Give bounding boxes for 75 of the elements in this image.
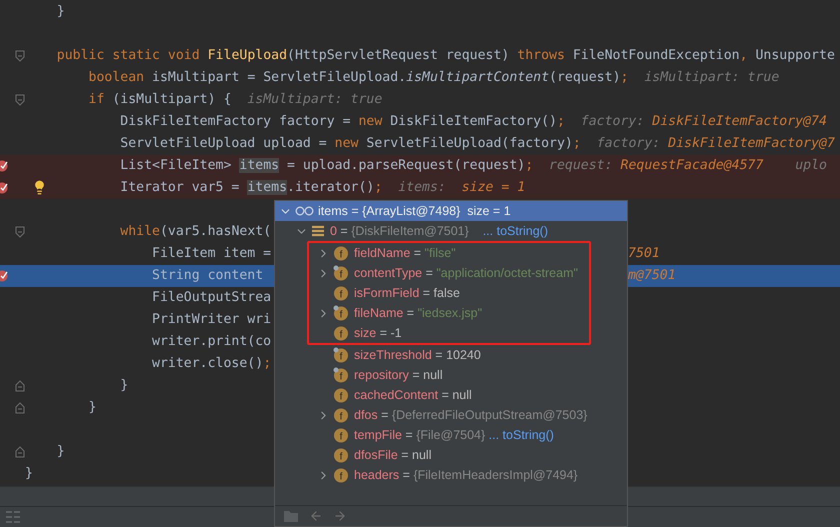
code-line: writer.print(co xyxy=(151,334,272,349)
field-value: sizeThreshold = 10240 xyxy=(354,348,481,362)
back-icon[interactable] xyxy=(309,509,323,523)
field-value: dfosFile = null xyxy=(354,448,432,462)
field-icon: f xyxy=(333,467,349,483)
code-line: } xyxy=(56,444,65,459)
tostring-link[interactable]: ... toString() xyxy=(468,224,548,238)
code-line: m@7501 xyxy=(628,267,676,285)
code-line: } xyxy=(88,400,96,415)
field-row[interactable]: f dfosFile = null xyxy=(275,445,627,465)
item-value: 0 = {DiskFileItem@7501} xyxy=(330,224,469,238)
fold-icon[interactable] xyxy=(15,226,25,238)
list-icon xyxy=(311,225,325,237)
code-line: DiskFileItemFactory factory = new DiskFileItemFactory(); factory: DiskFileItemFactory@74 xyxy=(119,113,827,131)
field-value: isFormField = false xyxy=(354,286,460,300)
field-value: fileName = "iedsex.jsp" xyxy=(354,306,482,320)
field-value: contentType = "application/octet-stream" xyxy=(354,266,578,280)
code-line: while(var5.hasNext( xyxy=(119,224,272,239)
field-value: fieldName = "filse" xyxy=(354,246,456,260)
code-line: } xyxy=(25,466,33,481)
watch-glasses-icon xyxy=(295,206,315,216)
field-row[interactable]: f cachedContent = null xyxy=(275,385,627,405)
lightbulb-icon[interactable] xyxy=(32,180,47,195)
field-row[interactable]: f fieldName = "filse" xyxy=(309,243,589,263)
fold-icon[interactable] xyxy=(15,402,25,414)
code-line: boolean isMultipart = ServletFileUpload.isMultipartContent(request); isMultipart: true xyxy=(88,69,780,87)
field-value: repository = null xyxy=(354,368,443,382)
code-line: 7501 xyxy=(628,245,660,263)
field-row[interactable]: f isFormField = false xyxy=(309,283,589,303)
list-icon[interactable] xyxy=(6,511,20,523)
tostring-link[interactable]: ... toString() xyxy=(485,428,554,442)
code-line: FileOutputStrea xyxy=(151,290,272,305)
field-icon: f xyxy=(333,325,349,341)
field-icon: f xyxy=(333,285,349,301)
field-icon: f xyxy=(333,245,349,261)
code-line: String content xyxy=(151,268,264,283)
code-line: } xyxy=(119,378,128,393)
code-line: ServletFileUpload upload = new ServletFileUpload(factory); factory: DiskFileItemFactory@7 xyxy=(119,135,835,153)
fold-icon[interactable] xyxy=(15,94,25,106)
field-row[interactable]: f tempFile = {File@7504} ... toString() xyxy=(275,425,627,445)
code-line: PrintWriter wri xyxy=(151,312,272,327)
forward-icon[interactable] xyxy=(333,509,347,523)
field-row[interactable]: f sizeThreshold = 10240 xyxy=(275,345,627,365)
field-row[interactable]: f headers = {FileItemHeadersImpl@7494} xyxy=(275,465,627,485)
field-icon: f xyxy=(333,387,349,403)
field-value: size = -1 xyxy=(354,326,402,340)
field-value: dfos = {DeferredFileOutputStream@7503} xyxy=(354,408,588,422)
field-icon: f xyxy=(333,427,349,443)
field-icon: f xyxy=(333,447,349,463)
code-line: Iterator var5 = items.iterator(); items: size = 1 xyxy=(119,179,526,197)
code-line: public static void FileUpload(HttpServletRequest request) throws FileNotFoundException, Unsupporte xyxy=(56,47,835,65)
variable-label: items = {ArrayList@7498} size = 1 xyxy=(318,204,511,218)
field-icon: f xyxy=(333,367,349,383)
code-line: FileItem item = xyxy=(151,246,272,261)
field-row[interactable]: f dfos = {DeferredFileOutputStream@7503} xyxy=(275,405,627,425)
code-line: } xyxy=(56,3,65,21)
field-icon: f xyxy=(333,407,349,423)
field-row[interactable]: f size = -1 xyxy=(309,323,589,343)
fold-icon[interactable] xyxy=(15,380,25,392)
field-icon: f xyxy=(333,265,349,281)
field-value: tempFile = {File@7504} xyxy=(354,428,486,442)
fold-icon[interactable] xyxy=(15,50,25,62)
tree-root-row[interactable]: items = {ArrayList@7498} size = 1 xyxy=(275,201,627,221)
fold-icon[interactable] xyxy=(15,446,25,458)
field-value: cachedContent = null xyxy=(354,388,472,402)
field-value: headers = {FileItemHeadersImpl@7494} xyxy=(354,468,578,482)
code-line: List<FileItem> items = upload.parseRequest(request); request: RequestFacade@4577 uplo xyxy=(119,157,827,175)
field-row[interactable]: f repository = null xyxy=(275,365,627,385)
code-line: if (isMultipart) { isMultipart: true xyxy=(88,91,382,109)
field-icon: f xyxy=(333,347,349,363)
field-row[interactable]: f fileName = "iedsex.jsp" xyxy=(309,303,589,323)
tree-item-row[interactable]: 0 = {DiskFileItem@7501} ... toString() xyxy=(275,221,627,241)
field-icon: f xyxy=(333,305,349,321)
field-row[interactable]: f contentType = "application/octet-stream" xyxy=(309,263,589,283)
code-line: writer.close(); xyxy=(151,356,272,371)
